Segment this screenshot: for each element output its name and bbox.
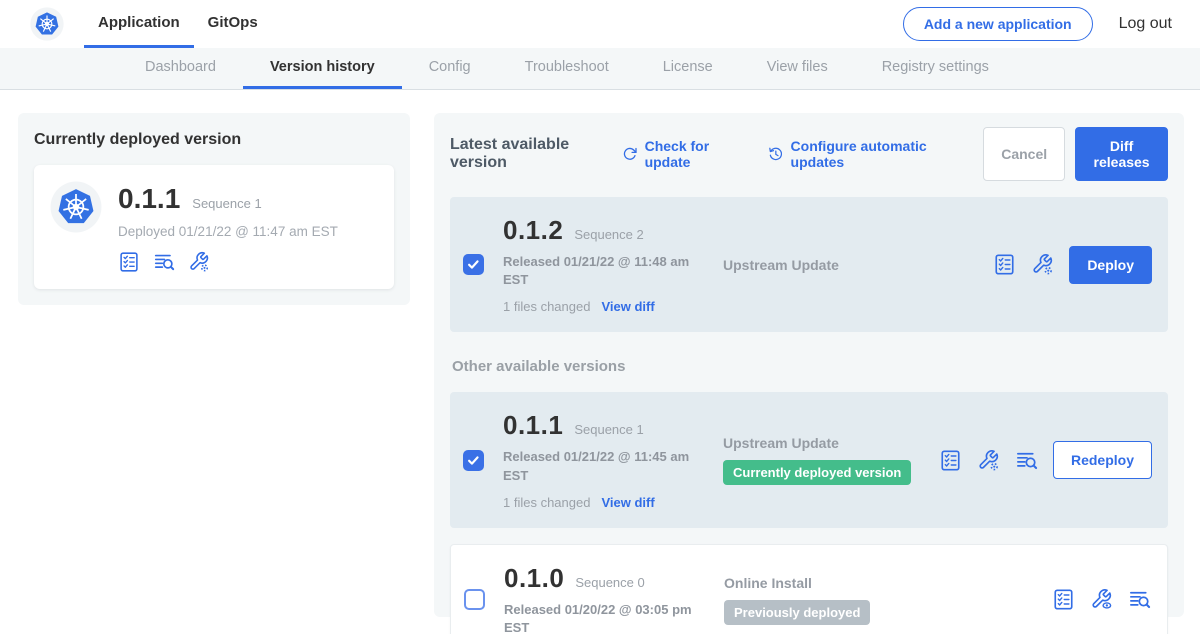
- wrench-eye-icon[interactable]: [1090, 588, 1113, 611]
- version-number: 0.1.1: [503, 410, 563, 441]
- version-checkbox[interactable]: [464, 589, 485, 610]
- version-source-label: Upstream Update: [723, 257, 839, 273]
- add-application-button[interactable]: Add a new application: [903, 7, 1093, 41]
- latest-available-title: Latest available version: [450, 136, 608, 172]
- checklist-icon[interactable]: [118, 251, 140, 273]
- app-subnav: Dashboard Version history Config Trouble…: [0, 48, 1200, 90]
- kubernetes-logo: [30, 0, 64, 48]
- version-checkbox[interactable]: [463, 450, 484, 471]
- view-diff-link[interactable]: View diff: [601, 299, 654, 314]
- files-changed-label: 1 files changed: [503, 495, 590, 510]
- wrench-gear-icon[interactable]: [188, 251, 210, 273]
- version-number: 0.1.2: [503, 215, 563, 246]
- currently-deployed-badge: Currently deployed version: [723, 460, 911, 485]
- currently-deployed-panel: Currently deployed version 0.1.1 Sequenc…: [18, 113, 410, 305]
- checklist-icon[interactable]: [993, 253, 1016, 276]
- files-changed-label: 1 files changed: [503, 299, 590, 314]
- currently-deployed-title: Currently deployed version: [34, 131, 394, 149]
- view-diff-link[interactable]: View diff: [601, 495, 654, 510]
- clock-refresh-icon: [768, 145, 784, 163]
- kubernetes-logo: [50, 181, 102, 233]
- diff-releases-button[interactable]: Diff releases: [1075, 127, 1168, 181]
- tab-gitops[interactable]: GitOps: [194, 0, 272, 48]
- version-card-0-1-2: 0.1.2 Sequence 2 Released 01/21/22 @ 11:…: [450, 197, 1168, 332]
- previously-deployed-badge: Previously deployed: [724, 600, 870, 625]
- lines-magnifier-icon[interactable]: [153, 251, 175, 273]
- version-number: 0.1.0: [504, 563, 564, 594]
- deployed-sequence-label: Sequence 1: [192, 196, 261, 211]
- version-source-label: Upstream Update: [723, 435, 839, 451]
- deployed-version-number: 0.1.1: [118, 183, 180, 215]
- released-timestamp: Released 01/21/22 @ 11:45 am EST: [503, 448, 691, 484]
- other-versions-title: Other available versions: [452, 358, 1168, 375]
- checklist-icon[interactable]: [939, 449, 962, 472]
- logout-link[interactable]: Log out: [1119, 15, 1172, 33]
- version-card-0-1-1: 0.1.1 Sequence 1 Released 01/21/22 @ 11:…: [450, 392, 1168, 527]
- redeploy-button[interactable]: Redeploy: [1053, 441, 1152, 479]
- subnav-view-files[interactable]: View files: [740, 48, 855, 89]
- top-tabs: Application GitOps: [84, 0, 272, 48]
- lines-magnifier-icon[interactable]: [1128, 588, 1151, 611]
- version-card-0-1-0: 0.1.0 Sequence 0 Released 01/20/22 @ 03:…: [450, 544, 1168, 634]
- sequence-label: Sequence 1: [574, 422, 643, 437]
- top-nav: Application GitOps Add a new application…: [0, 0, 1200, 48]
- refresh-icon: [622, 145, 638, 163]
- subnav-license[interactable]: License: [636, 48, 740, 89]
- lines-magnifier-icon[interactable]: [1015, 449, 1038, 472]
- wrench-gear-icon[interactable]: [1031, 253, 1054, 276]
- cancel-button[interactable]: Cancel: [983, 127, 1065, 181]
- version-checkbox[interactable]: [463, 254, 484, 275]
- check-icon: [466, 257, 481, 272]
- subnav-troubleshoot[interactable]: Troubleshoot: [498, 48, 636, 89]
- subnav-version-history[interactable]: Version history: [243, 48, 402, 89]
- checklist-icon[interactable]: [1052, 588, 1075, 611]
- check-for-update-link[interactable]: Check for update: [622, 138, 744, 170]
- released-timestamp: Released 01/20/22 @ 03:05 pm EST: [504, 601, 692, 634]
- subnav-registry-settings[interactable]: Registry settings: [855, 48, 1016, 89]
- version-source-label: Online Install: [724, 575, 812, 591]
- subnav-config[interactable]: Config: [402, 48, 498, 89]
- tab-application[interactable]: Application: [84, 0, 194, 48]
- sequence-label: Sequence 2: [574, 227, 643, 242]
- released-timestamp: Released 01/21/22 @ 11:48 am EST: [503, 253, 691, 289]
- subnav-dashboard[interactable]: Dashboard: [118, 48, 243, 89]
- wrench-gear-icon[interactable]: [977, 449, 1000, 472]
- deploy-button[interactable]: Deploy: [1069, 246, 1152, 284]
- configure-automatic-updates-link[interactable]: Configure automatic updates: [768, 138, 959, 170]
- version-history-panel: Latest available version Check for updat…: [434, 113, 1184, 617]
- deployed-version-card: 0.1.1 Sequence 1 Deployed 01/21/22 @ 11:…: [34, 165, 394, 289]
- sequence-label: Sequence 0: [575, 575, 644, 590]
- deployed-timestamp: Deployed 01/21/22 @ 11:47 am EST: [118, 224, 338, 239]
- check-icon: [466, 453, 481, 468]
